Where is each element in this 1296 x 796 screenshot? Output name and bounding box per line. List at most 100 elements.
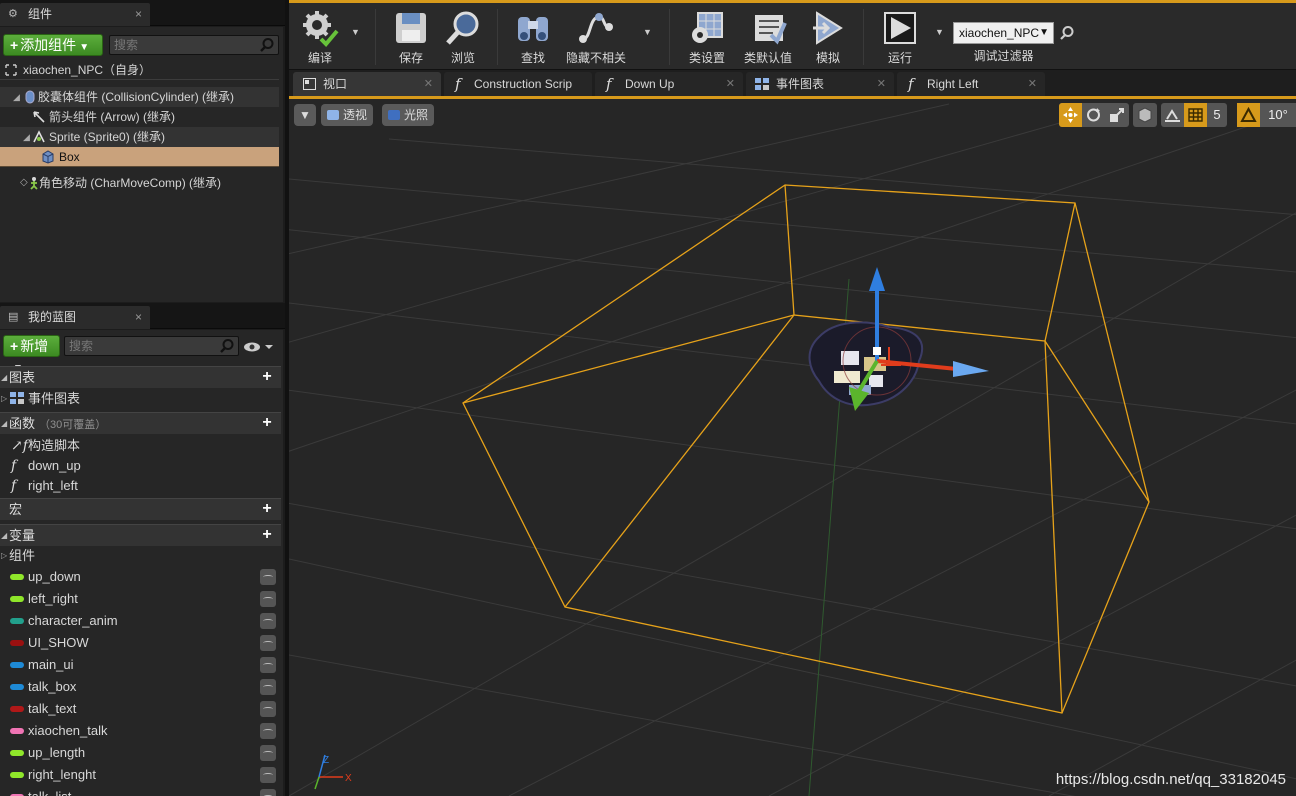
function-item-down-up[interactable]: f down_up (0, 456, 279, 476)
visibility-eye-icon[interactable] (260, 701, 276, 717)
hide-unrelated-options-button[interactable]: ▼ (641, 3, 653, 69)
translate-mode-button[interactable] (1059, 103, 1082, 127)
variable-item[interactable]: UI_SHOW (0, 632, 279, 654)
sprite-icon (33, 130, 45, 143)
function-item-right-left[interactable]: f right_left (0, 476, 279, 496)
rotation-snap-value[interactable]: 10° (1260, 103, 1296, 127)
close-icon[interactable]: ✕ (726, 72, 735, 96)
tab-construction-script[interactable]: f Construction Scrip (444, 72, 592, 96)
expand-arrow-icon[interactable]: ▷ (1, 546, 7, 566)
compile-button[interactable]: 编译 (293, 3, 347, 69)
collapse-arrow-icon[interactable]: ◢ (1, 413, 7, 435)
variables-header[interactable]: ◢ 变量 + (0, 524, 281, 546)
visibility-eye-icon[interactable] (260, 657, 276, 673)
component-root[interactable]: xiaochen_NPC（自身） (0, 60, 279, 80)
close-icon[interactable]: ✕ (424, 72, 433, 96)
compile-options-button[interactable]: ▼ (349, 3, 361, 69)
function-item-construction[interactable]: ↗f 构造脚本 (0, 436, 279, 456)
component-item-arrow[interactable]: 箭头组件 (Arrow) (继承) (0, 107, 279, 127)
variable-item[interactable]: talk_box (0, 676, 279, 698)
component-item-sprite[interactable]: ◢ Sprite (Sprite0) (继承) (0, 127, 279, 147)
surface-snap-button[interactable] (1161, 103, 1184, 127)
find-button[interactable]: 查找 (509, 3, 557, 69)
search-icon[interactable] (259, 37, 275, 53)
component-item-charmove[interactable]: ◇ 角色移动 (CharMoveComp) (继承) (0, 173, 279, 193)
expand-arrow-icon[interactable]: ▷ (1, 389, 7, 409)
component-item-box[interactable]: Box (0, 147, 279, 167)
visibility-eye-icon[interactable] (260, 767, 276, 783)
play-button[interactable]: 运行 (875, 3, 925, 69)
perspective-button[interactable]: 透视 (321, 104, 374, 126)
variable-item[interactable]: character_anim (0, 610, 279, 632)
components-group-item[interactable]: ▷ 组件 (0, 546, 279, 566)
visibility-eye-icon[interactable] (260, 635, 276, 651)
component-item-capsule[interactable]: ◢ 胶囊体组件 (CollisionCylinder) (继承) (0, 87, 279, 107)
scale-mode-button[interactable] (1105, 103, 1128, 127)
collapse-arrow-icon[interactable]: ◢ (1, 367, 7, 389)
viewport-options-button[interactable]: ▼ (294, 104, 316, 126)
save-button[interactable]: 保存 (387, 3, 435, 69)
visibility-eye-icon[interactable] (260, 569, 276, 585)
simulate-button[interactable]: 模拟 (803, 3, 853, 69)
new-button[interactable]: +新增▼ (3, 335, 60, 374)
variable-item[interactable]: xiaochen_talk (0, 720, 279, 742)
add-component-button[interactable]: + 添加组件 ▼ (3, 34, 103, 56)
class-settings-button[interactable]: 类设置 (682, 3, 732, 69)
lit-button[interactable]: 光照 (382, 104, 435, 126)
components-search-input[interactable] (110, 36, 278, 54)
add-graph-button[interactable]: + (259, 369, 275, 385)
variable-item[interactable]: up_length (0, 742, 279, 764)
blueprint-search[interactable] (64, 336, 239, 356)
collapse-arrow-icon[interactable]: ◢ (1, 525, 7, 547)
viewport-scene[interactable]: X Z (289, 99, 1296, 796)
variable-item[interactable]: up_down (0, 566, 279, 588)
eye-icon[interactable] (243, 340, 273, 354)
components-search[interactable] (109, 35, 279, 55)
variable-item[interactable]: right_lenght (0, 764, 279, 786)
macros-header[interactable]: 宏 + (0, 498, 281, 520)
rotation-snap-button[interactable] (1237, 103, 1260, 127)
visibility-eye-icon[interactable] (260, 745, 276, 761)
tab-my-blueprint[interactable]: ▤ 我的蓝图 × (0, 306, 150, 329)
close-icon[interactable]: ✕ (877, 72, 886, 96)
close-icon[interactable]: × (135, 3, 142, 26)
variable-item[interactable]: left_right (0, 588, 279, 610)
rotate-mode-button[interactable] (1082, 103, 1105, 127)
grid-snap-button[interactable] (1184, 103, 1207, 127)
tab-components[interactable]: ⚙ 组件 × (0, 3, 150, 26)
visibility-eye-icon[interactable] (260, 679, 276, 695)
grid-snap-value[interactable]: 5 (1207, 103, 1227, 127)
add-macro-button[interactable]: + (259, 501, 275, 517)
variable-item[interactable]: main_ui (0, 654, 279, 676)
graphs-header[interactable]: ◢ 图表 + (0, 366, 281, 388)
coordinate-system-button[interactable] (1133, 103, 1157, 127)
debug-object-select[interactable]: xiaochen_NPC ▼ (953, 22, 1054, 44)
variable-item[interactable]: talk_text (0, 698, 279, 720)
visibility-eye-icon[interactable] (260, 613, 276, 629)
box-icon (42, 150, 54, 164)
add-variable-button[interactable]: + (259, 527, 275, 543)
play-options-button[interactable]: ▼ (933, 3, 945, 69)
visibility-eye-icon[interactable] (260, 591, 276, 607)
viewport[interactable]: X Z ▼ 透视 光照 5 10° https://blog.csdn.net/… (289, 96, 1296, 796)
event-graph-item[interactable]: ▷ 事件图表 (0, 389, 279, 409)
close-icon[interactable]: ✕ (1028, 72, 1037, 96)
expand-arrow-icon[interactable]: ◢ (13, 87, 20, 107)
hide-unrelated-button[interactable]: 隐藏不相关 (561, 3, 631, 69)
close-icon[interactable]: × (135, 306, 142, 329)
browse-button[interactable]: 浏览 (439, 3, 487, 69)
add-function-button[interactable]: + (259, 415, 275, 431)
visibility-eye-icon[interactable] (260, 789, 276, 796)
search-icon[interactable] (1059, 25, 1075, 41)
variable-item[interactable]: talk_list (0, 786, 279, 796)
tab-right-left[interactable]: f Right Left ✕ (897, 72, 1045, 96)
tab-event-graph[interactable]: 事件图表 ✕ (746, 72, 894, 96)
search-icon[interactable] (219, 338, 235, 354)
tab-viewport[interactable]: 视口 ✕ (293, 72, 441, 96)
blueprint-search-input[interactable] (65, 337, 238, 355)
functions-header[interactable]: ◢ 函数 （30可覆盖） + (0, 412, 281, 434)
visibility-eye-icon[interactable] (260, 723, 276, 739)
tab-down-up[interactable]: f Down Up ✕ (595, 72, 743, 96)
expand-arrow-icon[interactable]: ◢ (23, 127, 30, 147)
class-defaults-button[interactable]: 类默认值 (741, 3, 795, 69)
